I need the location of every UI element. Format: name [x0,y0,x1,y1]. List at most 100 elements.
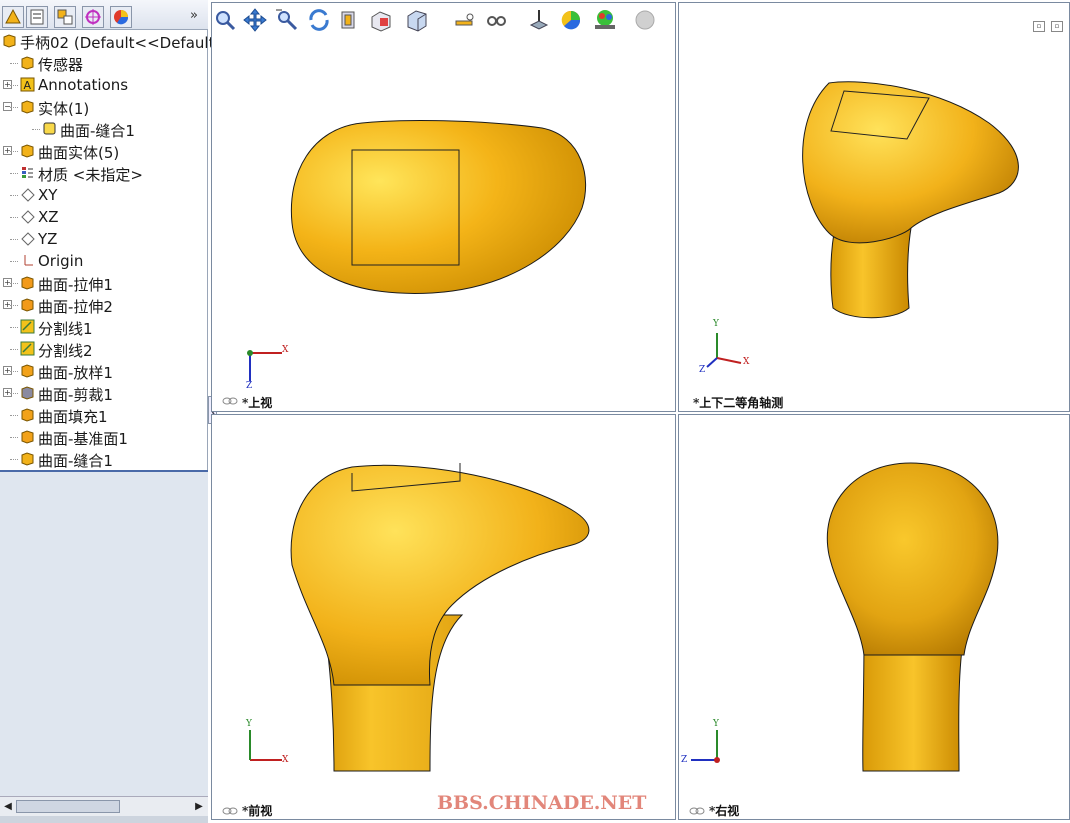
display-manager-icon[interactable] [110,6,132,28]
property-manager-icon[interactable] [26,6,48,28]
axis-label-z: Z [699,365,706,375]
solid-body-icon [42,121,57,136]
zoom-to-area-icon[interactable] [212,7,238,33]
tree-node[interactable]: XZ [0,206,208,228]
section-view-icon[interactable] [336,7,362,33]
tree-node-label: 传感器 [38,56,84,74]
tree-node-label: YZ [38,230,58,248]
restore-viewport-icon[interactable]: ▫ [1033,21,1045,32]
close-viewport-icon[interactable]: ▫ [1051,21,1063,32]
view-link-icon [222,397,238,405]
viewport-right[interactable]: Y Z *右视 [678,414,1070,820]
scroll-left-arrow-icon[interactable]: ◀ [1,799,15,814]
tree-node[interactable]: 曲面填充1 [0,404,208,426]
tree-connector [10,371,18,372]
tree-node[interactable]: + 曲面实体(5) [0,140,208,162]
surface-fill-icon [20,407,35,422]
tree-connector [10,85,18,86]
sensor-folder-icon [20,55,35,70]
tree-node[interactable]: + 曲面-剪裁1 [0,382,208,404]
realview-icon[interactable] [592,7,618,33]
material-icon [20,165,35,180]
viewport-trimetric[interactable]: Y X Z *上下二等角轴测 ▫ ▫ [678,2,1070,412]
tree-node-label: 曲面-缝合1 [60,122,135,140]
surface-bodies-folder-icon [20,143,35,158]
view-link-icon [222,807,238,815]
tree-node[interactable]: YZ [0,228,208,250]
axis-label-y: Y [246,719,252,729]
scroll-right-arrow-icon[interactable]: ▶ [192,799,206,814]
tree-connector [10,459,18,460]
tree-connector [10,173,18,174]
tree-node[interactable]: 手柄02 (Default<<Default [0,30,214,52]
tree-connector [10,305,18,306]
tree-connector [10,393,18,394]
tree-connector [10,217,18,218]
solid-bodies-folder-icon [20,99,35,114]
split-line-icon [20,341,35,356]
more-tabs-chevron-icon[interactable]: » [190,8,198,23]
tree-node-label: 手柄02 (Default<<Default [20,34,215,52]
apply-scene-icon[interactable] [526,7,552,33]
feature-tree-horizontal-scrollbar[interactable]: ◀ ▶ [0,796,208,816]
surface-loft-icon [20,363,35,378]
tree-node[interactable]: + 曲面-放样1 [0,360,208,382]
origin-icon [20,253,35,268]
tree-node-label: 曲面-拉伸2 [38,298,113,316]
tree-node[interactable]: 分割线1 [0,316,208,338]
appearance-icon[interactable] [558,7,584,33]
solidworks-window: » 手柄02 (Default<<Default 传感器 + A Annotations… [0,0,1070,823]
tree-connector [10,151,18,152]
tree-node[interactable]: 材质 <未指定> [0,162,208,184]
tree-connector [10,195,18,196]
tree-node-label: 分割线2 [38,342,93,360]
viewport-top[interactable]: X Z *上视 [211,2,676,412]
shadows-icon[interactable] [632,7,658,33]
tree-connector [10,261,18,262]
axis-label-x: X [282,345,289,355]
tree-node[interactable]: XY [0,184,208,206]
view-glasses-icon[interactable] [484,7,510,33]
tree-node[interactable]: 分割线2 [0,338,208,360]
viewport-front[interactable]: X Y *前视 [211,414,676,820]
tree-node-label: 实体(1) [38,100,90,118]
axis-label-y: Y [713,319,719,329]
tree-node[interactable]: − 实体(1) [0,96,208,118]
tree-node[interactable]: + A Annotations [0,74,208,96]
zoom-in-out-icon[interactable] [274,7,300,33]
tree-node[interactable]: 曲面-缝合1 [0,448,208,470]
pan-icon[interactable] [242,7,268,33]
display-style-icon[interactable] [404,7,430,33]
viewport-label: *前视 [242,804,273,818]
view-orientation-icon[interactable] [368,7,394,33]
tree-node-label: XY [38,186,58,204]
tree-node[interactable]: + 曲面-拉伸1 [0,272,208,294]
surface-knit-icon [20,451,35,466]
configuration-manager-icon[interactable] [54,6,76,28]
dimxpert-icon[interactable] [82,6,104,28]
axis-label-x: X [743,357,750,367]
svg-text:A: A [24,79,32,92]
tree-node[interactable]: + 曲面-拉伸2 [0,294,208,316]
feature-tree-empty-area [0,472,208,796]
trimetric-view-model [706,81,1019,368]
tree-node-label: 曲面实体(5) [38,144,120,162]
feature-manager-tabs: » [0,0,208,30]
hide-show-items-icon[interactable] [452,7,478,33]
right-view-model [691,462,999,772]
tree-connector [10,107,18,108]
tree-connector [10,239,18,240]
scrollbar-thumb[interactable] [16,800,120,813]
tree-node[interactable]: Origin [0,250,208,272]
surface-extrude-icon [20,297,35,312]
tree-node[interactable]: 曲面-缝合1 [0,118,208,140]
tree-node[interactable]: 曲面-基准面1 [0,426,208,448]
feature-tree-icon[interactable] [2,6,24,28]
viewport-label: *右视 [709,804,740,818]
surface-trim-icon [20,385,35,400]
viewport-label: *上视 [242,396,273,410]
rotate-view-icon[interactable] [306,7,332,33]
tree-node[interactable]: 传感器 [0,52,208,74]
annotations-icon: A [20,77,35,92]
tree-connector [10,349,18,350]
